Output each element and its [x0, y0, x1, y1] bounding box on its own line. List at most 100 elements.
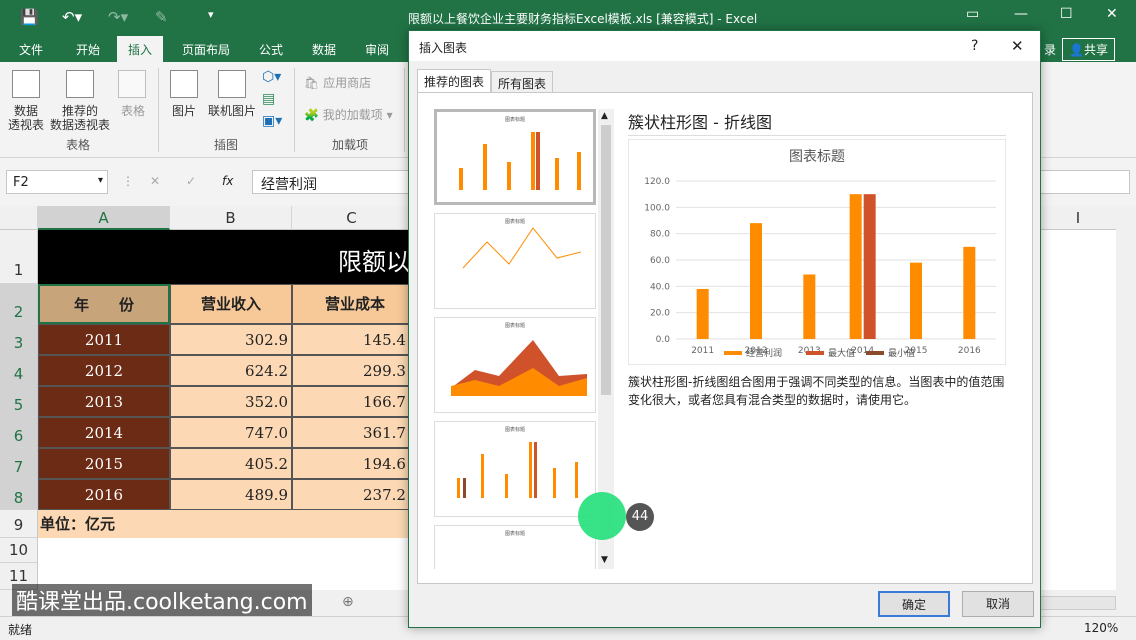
close-window-icon[interactable]: ✕ [1106, 6, 1118, 22]
revenue-cell[interactable]: 489.9 [170, 479, 292, 510]
cost-cell[interactable]: 194.6 [292, 448, 418, 479]
undo-icon[interactable]: ↶▾ [62, 8, 82, 26]
ribbon-display-icon[interactable]: ▭ [966, 6, 979, 22]
cost-cell[interactable]: 299.3 [292, 355, 418, 386]
bar [696, 288, 709, 339]
scroll-thumb[interactable] [601, 125, 611, 395]
cost-cell[interactable]: 145.4 [292, 324, 418, 355]
select-all[interactable] [0, 206, 38, 230]
year-cell[interactable]: 2013 [38, 386, 170, 417]
smartart-icon[interactable]: ▤ [262, 92, 275, 106]
thumbnail-column[interactable]: 图表标题 [434, 421, 596, 517]
year-cell[interactable]: 2014 [38, 417, 170, 448]
close-icon[interactable]: ✕ [1011, 37, 1024, 55]
unit-cell[interactable]: 单位：亿元 [38, 510, 418, 538]
cost-cell[interactable]: 361.7 [292, 417, 418, 448]
tab-review[interactable]: 审阅 [365, 41, 389, 58]
row-header-8[interactable]: 8 [0, 479, 38, 510]
cost-cell[interactable]: 166.7 [292, 386, 418, 417]
revenue-cell[interactable]: 747.0 [170, 417, 292, 448]
horizontal-scrollbar[interactable] [1040, 596, 1116, 610]
ok-button[interactable]: 确定 [878, 591, 950, 617]
shapes-icon[interactable]: ⬡▾ [262, 70, 281, 84]
row-header-9[interactable]: 9 [0, 510, 38, 538]
column-header-i[interactable]: I [1040, 206, 1116, 230]
table-button[interactable]: 表格 [118, 104, 148, 118]
online-picture-icon[interactable] [218, 70, 246, 98]
tab-home[interactable]: 开始 [76, 41, 100, 58]
share-button[interactable]: 👤共享 [1062, 38, 1115, 61]
thumbnail-line[interactable]: 图表标题 [434, 213, 596, 309]
cost-cell[interactable]: 237.2 [292, 479, 418, 510]
tab-formulas[interactable]: 公式 [259, 41, 283, 58]
tab-insert[interactable]: 插入 [117, 36, 164, 62]
recommended-pivot-icon[interactable] [66, 70, 94, 98]
scroll-up-icon[interactable]: ▲ [601, 111, 608, 121]
insert-function-icon[interactable]: fx [222, 174, 233, 188]
vertical-scrollbar[interactable] [1116, 206, 1136, 590]
table-icon[interactable] [118, 70, 146, 98]
y-tick-label: 20.0 [650, 309, 670, 319]
thumbnail-area[interactable]: 图表标题 [434, 317, 596, 413]
title-cell[interactable]: 限额以 [38, 230, 418, 284]
row-header-6[interactable]: 6 [0, 417, 38, 448]
picture-icon[interactable] [170, 70, 198, 98]
tab-page-layout[interactable]: 页面布局 [182, 41, 230, 58]
group-separator [158, 68, 159, 152]
revenue-cell[interactable]: 352.0 [170, 386, 292, 417]
recommended-pivot-button[interactable]: 推荐的 数据透视表 [46, 104, 114, 132]
row-header-3[interactable]: 3 [0, 324, 38, 355]
tab-all-charts[interactable]: 所有图表 [491, 71, 554, 93]
revenue-cell[interactable]: 405.2 [170, 448, 292, 479]
header-cost[interactable]: 营业成本 [292, 284, 418, 324]
year-cell[interactable]: 2012 [38, 355, 170, 386]
thumbnail-line-2[interactable]: 图表标题 [434, 525, 596, 569]
row-header-10[interactable]: 10 [0, 538, 38, 563]
bar [863, 194, 876, 339]
minimize-icon[interactable]: — [1014, 6, 1028, 22]
tab-file[interactable]: 文件 [19, 41, 43, 58]
year-cell[interactable]: 2015 [38, 448, 170, 479]
column-header-a[interactable]: A [38, 206, 170, 230]
my-addins-button[interactable]: 🧩 我的加载项 ▾ [304, 108, 393, 122]
enter-icon[interactable]: ✓ [186, 174, 196, 188]
picture-button[interactable]: 图片 [166, 104, 202, 118]
revenue-cell[interactable]: 302.9 [170, 324, 292, 355]
screenshot-icon[interactable]: ▣▾ [262, 114, 282, 128]
login-link[interactable]: 录 [1044, 41, 1056, 58]
row-header-5[interactable]: 5 [0, 386, 38, 417]
chevron-down-icon[interactable]: ▾ [98, 175, 103, 186]
column-header-c[interactable]: C [292, 206, 412, 230]
row-header-7[interactable]: 7 [0, 448, 38, 479]
row-header-4[interactable]: 4 [0, 355, 38, 386]
app-store-button[interactable]: 🛍 应用商店 [304, 76, 371, 90]
redo-icon[interactable]: ↷▾ [108, 8, 128, 26]
column-header-b[interactable]: B [170, 206, 292, 230]
thumbnail-combo[interactable]: 图表标题 [434, 109, 596, 205]
online-picture-button[interactable]: 联机图片 [205, 104, 259, 118]
year-cell[interactable]: 2016 [38, 479, 170, 510]
customize-qat-icon[interactable]: ▾ [208, 8, 214, 21]
header-year[interactable]: 年 份 [38, 284, 170, 324]
tab-recommended-charts[interactable]: 推荐的图表 [417, 69, 492, 94]
row-header-1[interactable]: 1 [0, 230, 38, 284]
format-painter-icon[interactable]: ✎ [155, 8, 168, 26]
cancel-button[interactable]: 取消 [962, 591, 1034, 617]
save-icon[interactable]: 💾 [20, 8, 39, 26]
scroll-down-icon[interactable]: ▼ [601, 555, 608, 565]
row-header-2[interactable]: 2 [0, 284, 38, 324]
cancel-icon[interactable]: ✕ [150, 174, 160, 188]
zoom-level[interactable]: 120% [1084, 621, 1118, 635]
pivot-table-button[interactable]: 数据 透视表 [6, 104, 46, 132]
pivot-table-icon[interactable] [12, 70, 40, 98]
y-tick-label: 100.0 [644, 203, 670, 213]
tab-data[interactable]: 数据 [312, 41, 336, 58]
revenue-cell[interactable]: 624.2 [170, 355, 292, 386]
add-sheet-icon[interactable]: ⊕ [342, 594, 354, 610]
year-cell[interactable]: 2011 [38, 324, 170, 355]
header-revenue[interactable]: 营业收入 [170, 284, 292, 324]
name-box[interactable]: F2 ▾ [6, 170, 108, 194]
legend-label: 最大值 [828, 347, 855, 359]
help-icon[interactable]: ? [971, 38, 978, 54]
maximize-icon[interactable]: ☐ [1060, 6, 1073, 22]
